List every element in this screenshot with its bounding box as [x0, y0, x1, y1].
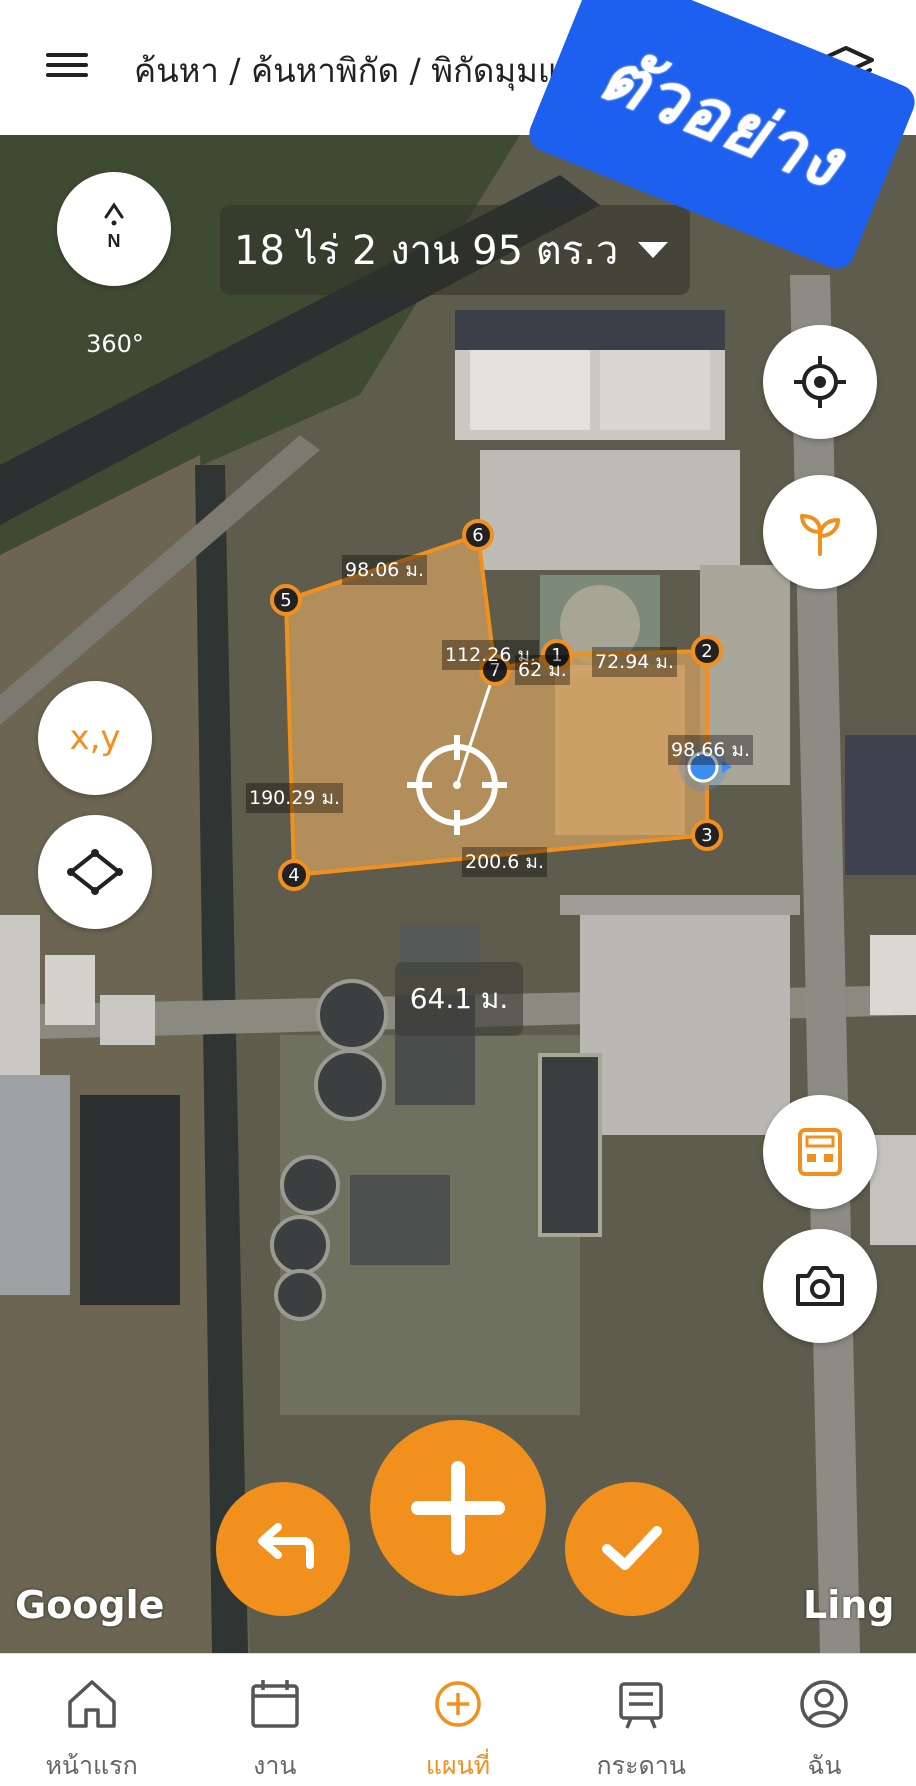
nav-label: งาน: [253, 1751, 297, 1780]
area-value: 18 ไร่ 2 งาน 95 ตร.ว: [234, 228, 619, 274]
compass-icon: N: [104, 202, 124, 251]
calculator-icon: [798, 1128, 842, 1176]
sprout-icon: [800, 514, 840, 556]
rotation-label: 360°: [86, 330, 144, 358]
ling-logo: Ling: [803, 1583, 895, 1627]
nav-map[interactable]: แผนที่: [366, 1654, 549, 1786]
locate-button[interactable]: [763, 325, 877, 439]
vertex-marker[interactable]: 3: [691, 819, 723, 851]
confirm-button[interactable]: [565, 1482, 699, 1616]
edge-label: 200.6 ม.: [462, 847, 547, 877]
xy-label: x,y: [69, 718, 121, 758]
breadcrumb: ค้นหา / ค้นหาพิกัด / พิกัดมุมแปลง: [134, 51, 594, 90]
user-icon: [800, 1680, 849, 1728]
vertex-marker[interactable]: 2: [691, 635, 723, 667]
chevron-down-icon: [638, 242, 669, 258]
polygon-icon: [67, 849, 123, 895]
calculator-button[interactable]: [763, 1095, 877, 1209]
nav-label: หน้าแรก: [45, 1751, 138, 1780]
plus-icon: [411, 1461, 505, 1555]
satellite-map[interactable]: 1 2 3 4 5 6 7 98.06 ม. 112.26 ม. 190.29 …: [0, 135, 916, 1653]
nav-home[interactable]: หน้าแรก: [0, 1654, 183, 1786]
camera-icon: [796, 1266, 844, 1306]
checkmark-icon: [602, 1526, 662, 1570]
nav-label: แผนที่: [425, 1751, 491, 1780]
undo-icon: [258, 1523, 314, 1569]
gps-target-icon: [794, 356, 846, 408]
google-logo: Google: [15, 1583, 165, 1627]
compass-button[interactable]: N: [57, 172, 171, 286]
home-icon: [67, 1680, 116, 1728]
nav-tasks[interactable]: งาน: [183, 1654, 366, 1786]
add-point-button[interactable]: [370, 1420, 546, 1596]
vertex-marker[interactable]: 6: [462, 519, 494, 551]
edge-label: 98.06 ม.: [342, 555, 427, 585]
board-icon: [619, 1682, 663, 1729]
add-circle-icon: [435, 1681, 481, 1727]
camera-button[interactable]: [763, 1229, 877, 1343]
svg-text:N: N: [108, 231, 121, 251]
nav-label: กระดาน: [596, 1751, 686, 1780]
nav-board[interactable]: กระดาน: [550, 1654, 733, 1786]
calendar-icon: [251, 1680, 299, 1728]
undo-button[interactable]: [216, 1482, 350, 1616]
nav-label: ฉัน: [807, 1751, 842, 1780]
nav-profile[interactable]: ฉัน: [733, 1654, 916, 1786]
edge-label: 190.29 ม.: [246, 783, 344, 813]
bottom-nav: หน้าแรก งาน แผนที่ กระดาน ฉัน: [0, 1653, 916, 1786]
plant-button[interactable]: [763, 475, 877, 589]
coordinates-button[interactable]: x,y: [38, 681, 152, 795]
edge-label: 62 ม.: [515, 655, 570, 685]
menu-icon[interactable]: [40, 45, 90, 85]
vertex-marker[interactable]: 5: [270, 584, 302, 616]
vertex-marker[interactable]: 4: [278, 859, 310, 891]
polygon-button[interactable]: [38, 815, 152, 929]
edge-label: 98.66 ม.: [668, 735, 753, 765]
area-summary[interactable]: 18 ไร่ 2 งาน 95 ตร.ว: [220, 205, 690, 295]
edge-label: 72.94 ม.: [592, 647, 677, 677]
distance-label: 64.1 ม.: [395, 962, 523, 1036]
